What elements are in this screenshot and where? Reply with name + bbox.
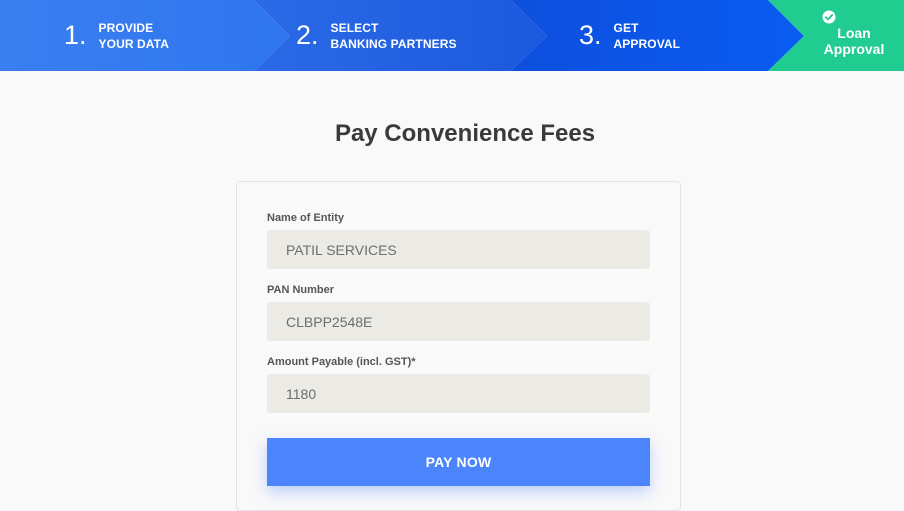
- step-label: Loan Approval: [824, 25, 885, 57]
- step-number: 2.: [296, 20, 319, 50]
- step-number: 3.: [579, 20, 602, 50]
- pay-now-button[interactable]: PAY NOW: [267, 438, 650, 486]
- step-label: PROVIDE YOUR DATA: [99, 20, 169, 52]
- pan-number-label: PAN Number: [267, 284, 335, 296]
- step-loan-approval: Loan Approval: [804, 0, 904, 71]
- step-label-line2: BANKING PARTNERS: [330, 36, 457, 51]
- entity-name-label: Name of Entity: [267, 212, 345, 224]
- step-label: SELECT BANKING PARTNERS: [331, 20, 457, 52]
- pan-number-field[interactable]: [267, 302, 650, 341]
- amount-payable-label: Amount Payable (incl. GST)*: [267, 356, 416, 368]
- step-label-line2: YOUR DATA: [98, 36, 169, 51]
- step-label-line1: Loan: [837, 25, 871, 41]
- step-label-line2: APPROVAL: [613, 36, 681, 51]
- amount-payable-field[interactable]: [267, 374, 650, 413]
- step-select-partners: 2. SELECT BANKING PARTNERS: [296, 0, 457, 71]
- progress-steps: 1. PROVIDE YOUR DATA 2. SELECT BANKING P…: [0, 0, 904, 71]
- page-title: Pay Convenience Fees: [334, 120, 596, 147]
- check-circle-icon: [822, 10, 836, 24]
- step-get-approval: 3. GET APPROVAL: [579, 0, 680, 71]
- step-label-line1: PROVIDE: [98, 20, 154, 35]
- step-label-line1: GET: [613, 20, 639, 35]
- entity-name-field[interactable]: [267, 230, 650, 269]
- step-label: GET APPROVAL: [614, 20, 681, 52]
- step-label-line2: Approval: [823, 41, 885, 57]
- step-number: 1.: [64, 20, 87, 50]
- step-provide-data: 1. PROVIDE YOUR DATA: [64, 0, 169, 71]
- payment-form-card: Name of Entity PAN Number Amount Payable…: [236, 181, 681, 511]
- step-label-line1: SELECT: [330, 20, 379, 35]
